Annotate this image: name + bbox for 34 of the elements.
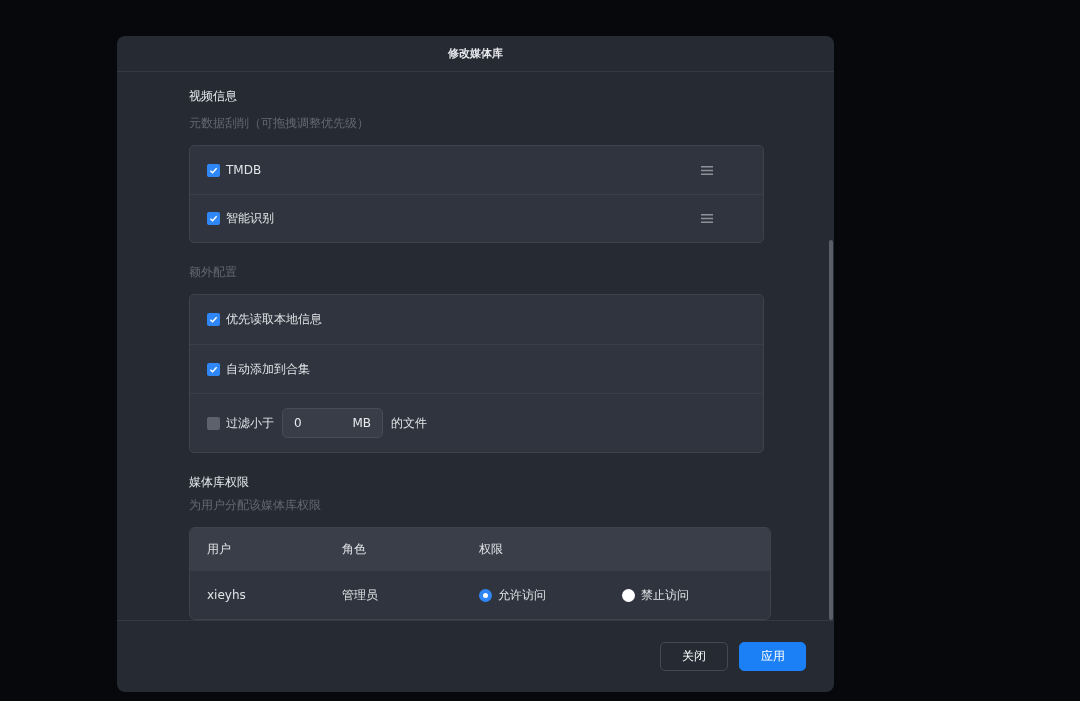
close-button[interactable]: 关闭 (660, 642, 728, 671)
option-label: 的文件 (391, 414, 427, 432)
drag-handle-icon[interactable] (701, 165, 713, 175)
column-header: 权限 (479, 541, 504, 558)
table-cell-text: xieyhs (207, 588, 247, 602)
check-icon (209, 165, 218, 175)
option-label: 自动添加到合集 (226, 360, 310, 378)
drag-handle-icon[interactable] (701, 214, 713, 223)
scrollbar[interactable] (829, 240, 833, 620)
check-icon (209, 214, 218, 223)
option-label: 优先读取本地信息 (226, 311, 322, 328)
radio-label: 禁止访问 (641, 586, 689, 604)
column-header: 角色 (342, 541, 367, 558)
check-icon (209, 315, 218, 324)
radio-label: 允许访问 (498, 586, 546, 604)
checkbox[interactable] (207, 163, 220, 177)
checkbox[interactable] (207, 416, 220, 430)
section-heading: 视频信息 (189, 88, 238, 105)
dialog-title: 修改媒体库 (117, 36, 834, 72)
checkbox[interactable] (207, 212, 220, 225)
column-header: 用户 (207, 541, 232, 558)
section-subtitle: 为用户分配该媒体库权限 (189, 497, 322, 514)
section-heading: 媒体库权限 (189, 474, 250, 491)
source-label: TMDB (226, 163, 262, 177)
check-icon (209, 364, 218, 374)
source-label: 智能识别 (226, 210, 274, 227)
apply-button[interactable]: 应用 (739, 642, 806, 671)
table-cell-text: 管理员 (342, 586, 379, 604)
option-label: 过滤小于 (226, 414, 274, 432)
radio-button[interactable] (479, 588, 492, 602)
radio-button[interactable] (622, 588, 635, 602)
checkbox[interactable] (207, 362, 220, 376)
size-field[interactable]: 0 MB (282, 408, 383, 438)
checkbox[interactable] (207, 313, 220, 326)
